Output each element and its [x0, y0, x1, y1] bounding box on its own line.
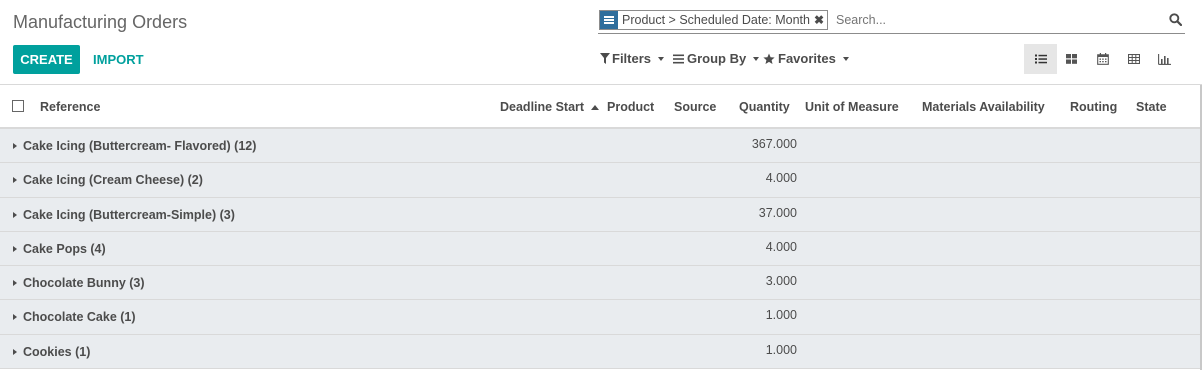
group-quantity: 367.000 [751, 137, 797, 151]
group-label: Chocolate Cake (1) [23, 310, 136, 325]
calendar-view-button[interactable] [1086, 44, 1119, 74]
group-name: Cake Icing (Cream Cheese) (2) [13, 173, 203, 187]
group-name: Chocolate Bunny (3) [13, 276, 145, 290]
chevron-down-icon [658, 56, 665, 61]
kanban-icon [1066, 54, 1077, 64]
group-label: Chocolate Bunny (3) [23, 276, 145, 291]
group-row[interactable]: Chocolate Bunny (3) 3.000 [0, 266, 1202, 301]
bars-icon [673, 54, 684, 63]
column-product[interactable]: Product [607, 100, 654, 114]
facet-remove-icon[interactable]: ✖ [814, 11, 827, 29]
chevron-down-icon [842, 56, 849, 61]
group-name: Cake Icing (Buttercream-Simple) (3) [13, 208, 235, 222]
filters-dropdown[interactable]: Filters [600, 51, 665, 66]
page-title: Manufacturing Orders [13, 12, 188, 32]
group-name: Cake Icing (Buttercream- Flavored) (12) [13, 139, 256, 153]
column-state[interactable]: State [1136, 100, 1167, 114]
group-by-facet-icon [600, 11, 618, 29]
search-icon[interactable] [1169, 13, 1182, 26]
select-all-checkbox[interactable] [12, 100, 24, 112]
group-quantity: 37.000 [758, 205, 797, 220]
group-name: Cake Pops (4) [13, 242, 106, 256]
graph-view-button[interactable] [1148, 44, 1181, 74]
filters-label: Filters [612, 51, 652, 66]
group-row[interactable]: Cake Icing (Buttercream-Simple) (3) 37.0… [0, 197, 1202, 232]
search-input[interactable] [836, 11, 1156, 29]
column-unit-of-measure[interactable]: Unit of Measure [805, 100, 899, 114]
caret-right-icon [13, 245, 17, 252]
group-label: Cake Icing (Buttercream-Simple) (3) [23, 207, 235, 222]
chevron-down-icon [753, 56, 760, 61]
group-label: Cookies (1) [23, 344, 91, 359]
caret-right-icon [13, 348, 17, 355]
group-quantity: 1.000 [765, 308, 797, 323]
list-header: Reference Deadline Start Product Source … [0, 85, 1202, 129]
group-quantity: 4.000 [765, 171, 797, 186]
calendar-icon [1096, 53, 1109, 65]
column-quantity[interactable]: Quantity [739, 100, 790, 114]
pivot-view-button[interactable] [1117, 44, 1150, 74]
table-icon [1127, 54, 1140, 64]
column-routing[interactable]: Routing [1070, 100, 1117, 114]
kanban-view-button[interactable] [1055, 44, 1088, 74]
bar-chart-icon [1158, 53, 1171, 65]
group-by-label: Group By [687, 51, 747, 66]
list-icon [1034, 54, 1047, 64]
group-quantity: 3.000 [765, 274, 797, 289]
column-deadline-start[interactable]: Deadline Start [500, 100, 600, 114]
column-deadline-start-label: Deadline Start [500, 100, 585, 114]
caret-right-icon [13, 211, 17, 218]
search-bar: Product > Scheduled Date: Month ✖ [598, 9, 1185, 34]
group-row[interactable]: Cake Icing (Buttercream- Flavored) (12) … [0, 129, 1202, 164]
group-list: Cake Icing (Buttercream- Flavored) (12) … [0, 129, 1202, 370]
group-label: Cake Icing (Buttercream- Flavored) (12) [23, 139, 257, 153]
list-view-button[interactable] [1024, 44, 1057, 74]
caret-right-icon [13, 314, 17, 321]
group-label: Cake Icing (Cream Cheese) (2) [23, 173, 203, 188]
search-facet[interactable]: Product > Scheduled Date: Month ✖ [599, 10, 829, 30]
group-row[interactable]: Chocolate Cake (1) 1.000 [0, 300, 1202, 335]
group-label: Cake Pops (4) [23, 241, 106, 256]
group-name: Cookies (1) [13, 345, 90, 359]
group-row[interactable]: Cake Pops (4) 4.000 [0, 231, 1202, 267]
create-button[interactable]: CREATE [13, 45, 80, 74]
group-quantity: 4.000 [765, 239, 797, 254]
group-by-dropdown[interactable]: Group By [673, 51, 760, 66]
facet-label: Product > Scheduled Date: Month [622, 13, 810, 27]
group-quantity: 1.000 [765, 342, 797, 357]
star-icon [763, 53, 775, 64]
favorites-label: Favorites [778, 51, 836, 66]
filter-icon [600, 53, 610, 64]
group-row[interactable]: Cookies (1) 1.000 [0, 334, 1202, 370]
column-reference[interactable]: Reference [40, 100, 100, 114]
sort-ascending-icon [591, 105, 600, 110]
column-source[interactable]: Source [674, 100, 716, 114]
favorites-dropdown[interactable]: Favorites [763, 51, 849, 66]
group-row[interactable]: Cake Icing (Cream Cheese) (2) 4.000 [0, 163, 1202, 198]
import-button[interactable]: IMPORT [88, 45, 149, 74]
caret-right-icon [13, 177, 17, 184]
control-panel: Manufacturing Orders CREATE IMPORT Produ… [0, 0, 1202, 85]
caret-right-icon [13, 280, 17, 287]
column-materials-availability[interactable]: Materials Availability [922, 100, 1045, 114]
group-name: Chocolate Cake (1) [13, 310, 136, 324]
caret-right-icon [13, 143, 17, 149]
